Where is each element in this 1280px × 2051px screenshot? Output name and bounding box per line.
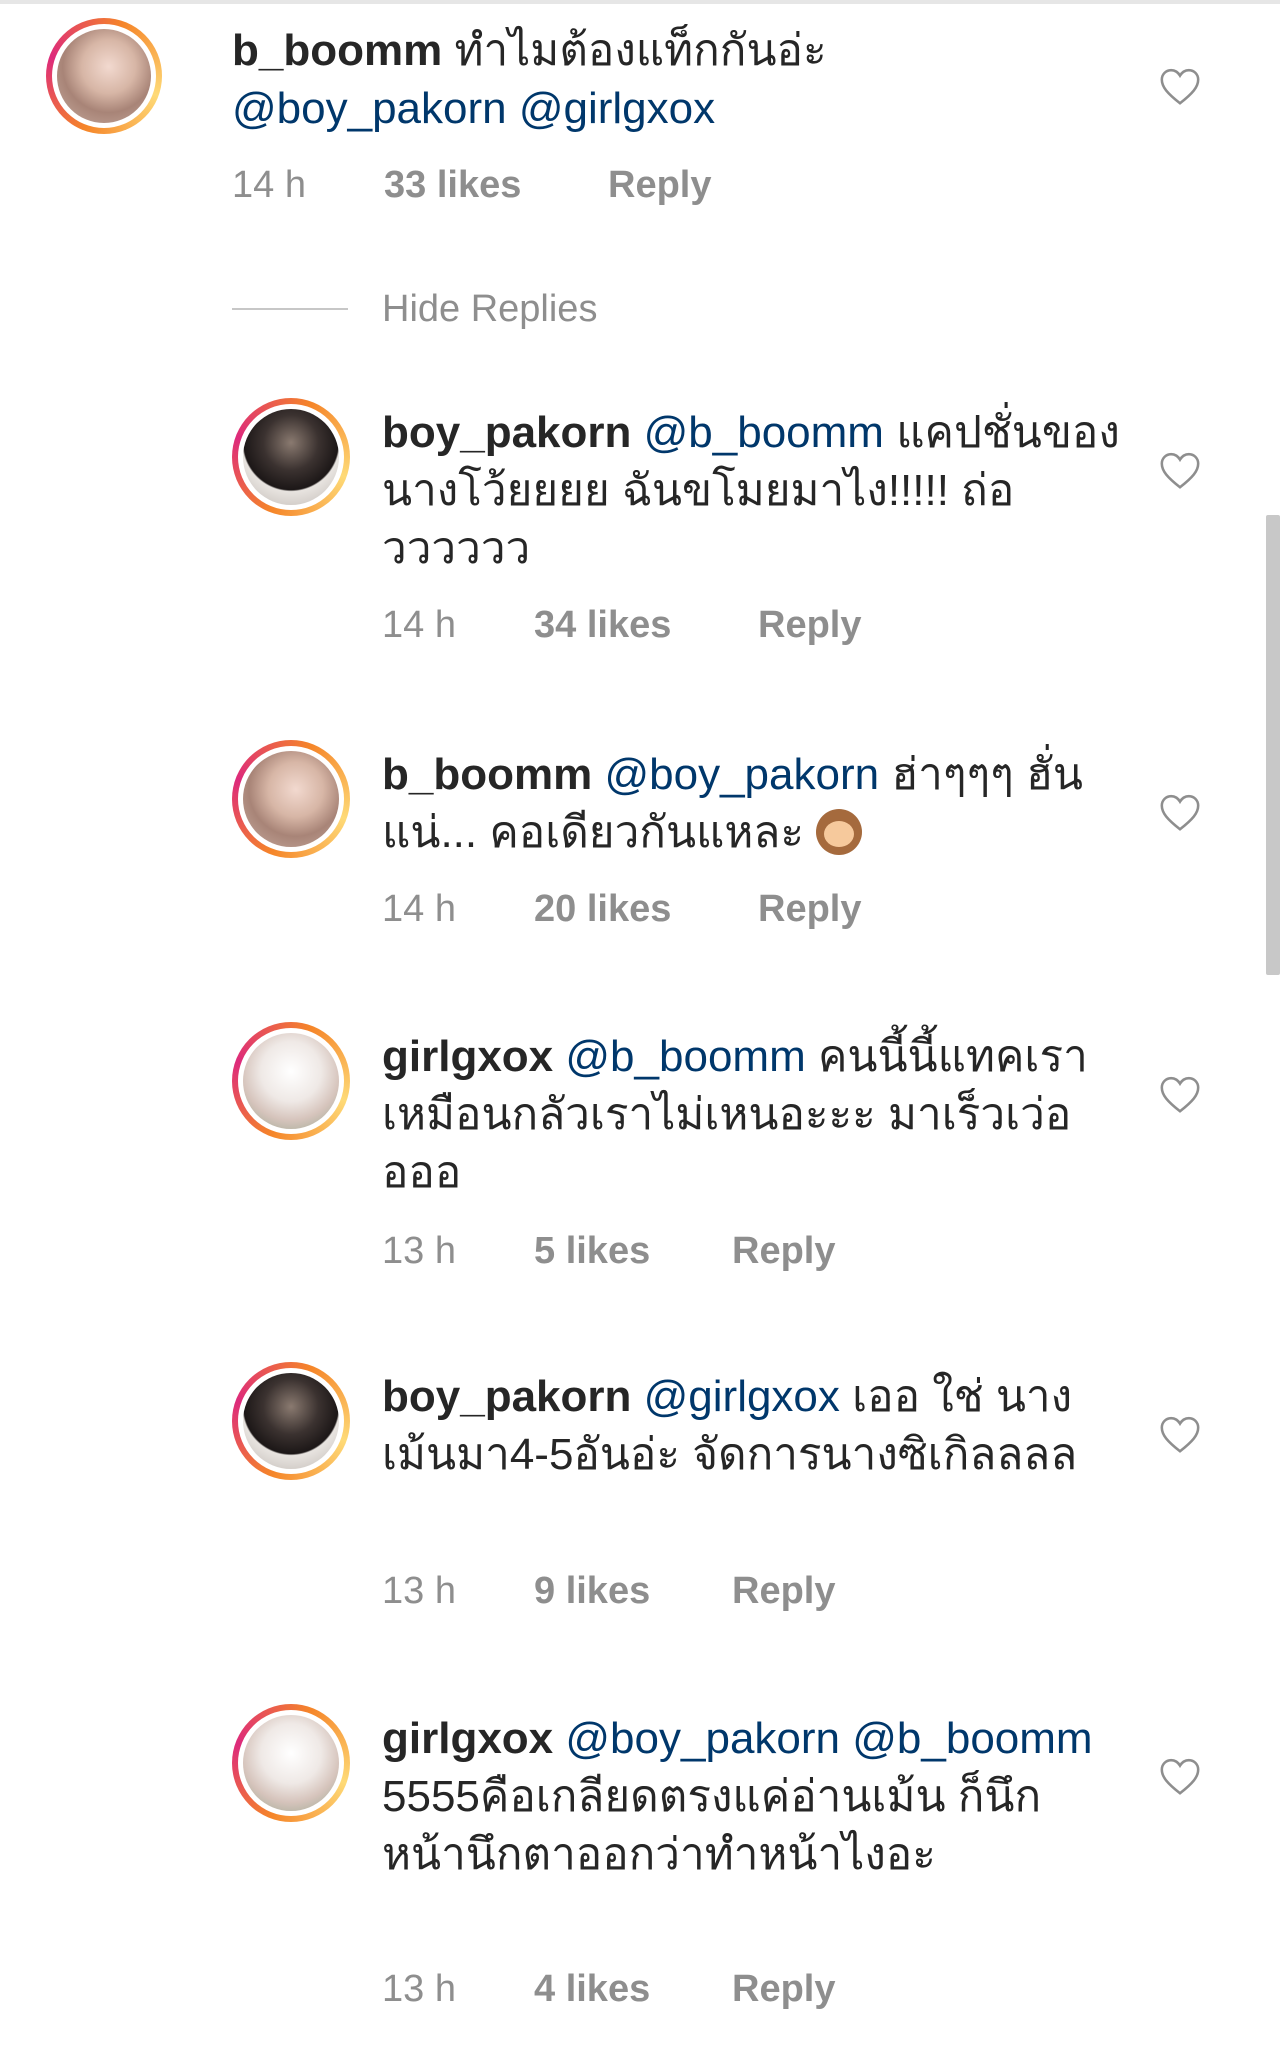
comment-text: girlgxox @b_boomm คนนี้นี้แทคเรา เหมือนก… — [382, 1028, 1122, 1202]
likes-count[interactable]: 20 likes — [534, 888, 671, 931]
monkey-emoji-icon — [816, 809, 863, 855]
timestamp: 14 h — [382, 888, 456, 930]
comment-body: ทำไมต้องแท็กกันอ่ะ — [454, 26, 827, 75]
scrollbar[interactable] — [1266, 515, 1280, 975]
heart-icon[interactable] — [1158, 1074, 1202, 1114]
reply-button[interactable]: Reply — [732, 1570, 835, 1613]
mention[interactable]: @b_boomm — [565, 1032, 805, 1081]
mention[interactable]: @b_boomm — [644, 408, 884, 457]
timestamp: 13 h — [382, 1230, 456, 1272]
avatar[interactable] — [232, 740, 350, 858]
divider-line — [232, 308, 348, 310]
reply-button[interactable]: Reply — [732, 1968, 835, 2011]
mention[interactable]: @boy_pakorn @girlgxox — [232, 84, 715, 133]
comment-body: 5555คือเกลียดตรงแค่อ่านเม้น ก็นึกหน้านึก… — [382, 1772, 1042, 1879]
username[interactable]: b_boomm — [382, 750, 592, 799]
username[interactable]: b_boomm — [232, 26, 442, 75]
comment-text: b_boomm @boy_pakorn ฮ่าๆๆๆ ฮั่นแน่... คอ… — [382, 746, 1122, 862]
reply-button[interactable]: Reply — [758, 888, 861, 931]
heart-icon[interactable] — [1158, 66, 1202, 106]
avatar[interactable] — [232, 1362, 350, 1480]
comment-text: girlgxox @boy_pakorn @b_boomm 5555คือเกล… — [382, 1710, 1122, 1884]
timestamp: 14 h — [232, 164, 306, 206]
hide-replies-label[interactable]: Hide Replies — [382, 288, 597, 331]
likes-count[interactable]: 5 likes — [534, 1230, 650, 1273]
heart-icon[interactable] — [1158, 792, 1202, 832]
mention[interactable]: @b_boomm — [852, 1714, 1092, 1763]
likes-count[interactable]: 9 likes — [534, 1570, 650, 1613]
avatar[interactable] — [232, 1704, 350, 1822]
comment-text: boy_pakorn @b_boomm แคปชั่นของนางโว้ยยยย… — [382, 404, 1122, 578]
timestamp: 13 h — [382, 1570, 456, 1612]
likes-count[interactable]: 34 likes — [534, 604, 671, 647]
mention[interactable]: @girlgxox — [644, 1372, 840, 1421]
heart-icon[interactable] — [1158, 1756, 1202, 1796]
mention[interactable]: @boy_pakorn — [565, 1714, 840, 1763]
heart-icon[interactable] — [1158, 450, 1202, 490]
likes-count[interactable]: 4 likes — [534, 1968, 650, 2011]
avatar[interactable] — [232, 398, 350, 516]
top-divider — [0, 0, 1280, 4]
reply-button[interactable]: Reply — [732, 1230, 835, 1273]
mention[interactable]: @boy_pakorn — [604, 750, 879, 799]
heart-icon[interactable] — [1158, 1414, 1202, 1454]
avatar[interactable] — [46, 18, 162, 134]
timestamp: 14 h — [382, 604, 456, 646]
username[interactable]: boy_pakorn — [382, 408, 631, 457]
timestamp: 13 h — [382, 1968, 456, 2010]
username[interactable]: boy_pakorn — [382, 1372, 631, 1421]
likes-count[interactable]: 33 likes — [384, 164, 521, 207]
reply-button[interactable]: Reply — [608, 164, 711, 207]
username[interactable]: girlgxox — [382, 1032, 553, 1081]
reply-button[interactable]: Reply — [758, 604, 861, 647]
avatar[interactable] — [232, 1022, 350, 1140]
username[interactable]: girlgxox — [382, 1714, 553, 1763]
comment-text: b_boomm ทำไมต้องแท็กกันอ่ะ @boy_pakorn @… — [232, 22, 1112, 138]
comment-text: boy_pakorn @girlgxox เออ ใช่ นางเม้นมา4-… — [382, 1368, 1122, 1484]
